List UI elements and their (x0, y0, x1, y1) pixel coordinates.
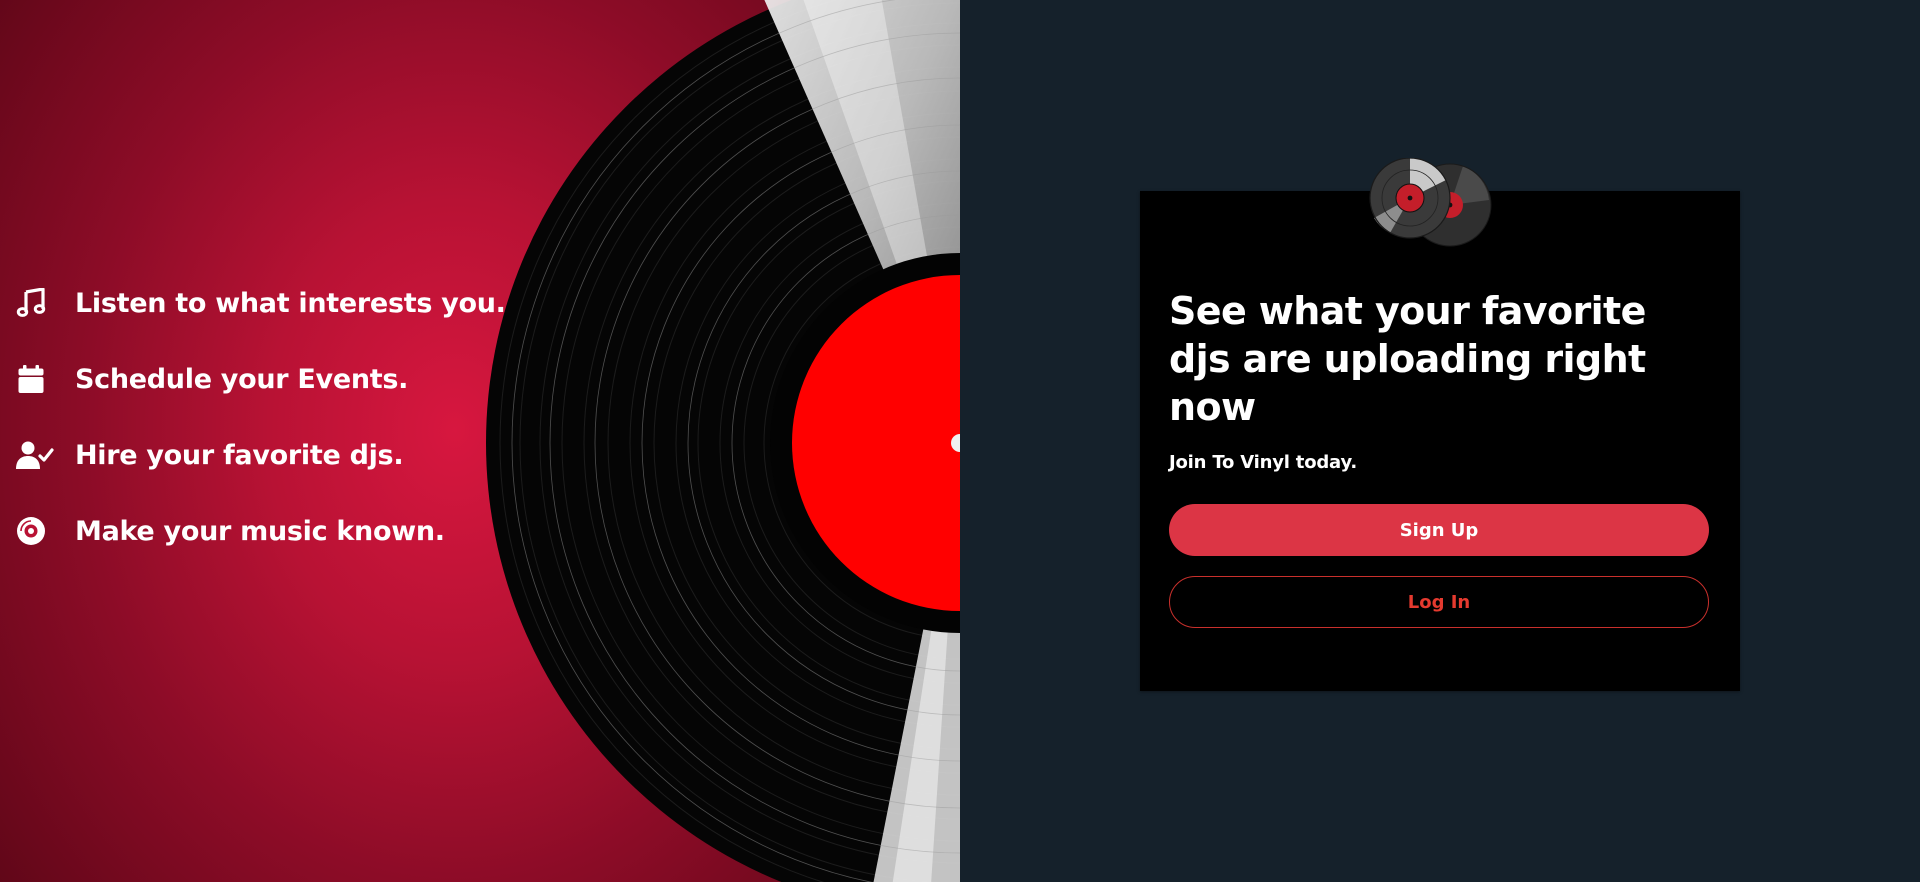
feature-item-hire: Hire your favorite djs. (16, 436, 506, 474)
feature-item-music: Make your music known. (16, 512, 506, 550)
feature-text: Make your music known. (75, 515, 445, 547)
log-in-button[interactable]: Log In (1169, 576, 1709, 628)
signup-card: See what your favorite djs are uploading… (1140, 191, 1740, 691)
user-check-icon (16, 436, 54, 474)
card-headline: See what your favorite djs are uploading… (1169, 289, 1646, 429)
feature-text: Listen to what interests you. (75, 287, 506, 319)
card-subtitle: Join To Vinyl today. (1169, 452, 1357, 473)
auth-panel: See what your favorite djs are uploading… (960, 0, 1920, 882)
feature-item-schedule: Schedule your Events. (16, 360, 506, 398)
record-disc-icon (16, 512, 54, 550)
sign-up-button[interactable]: Sign Up (1169, 504, 1709, 556)
calendar-icon (16, 360, 54, 398)
vinyl-records-logo-icon (1369, 158, 1492, 247)
feature-list: Listen to what interests you. Schedule y… (16, 284, 506, 588)
feature-item-listen: Listen to what interests you. (16, 284, 506, 322)
feature-text: Schedule your Events. (75, 363, 409, 395)
hero-panel: Listen to what interests you. Schedule y… (0, 0, 960, 882)
music-note-icon (16, 284, 54, 322)
landing-page: Listen to what interests you. Schedule y… (0, 0, 1920, 882)
feature-text: Hire your favorite djs. (75, 439, 404, 471)
